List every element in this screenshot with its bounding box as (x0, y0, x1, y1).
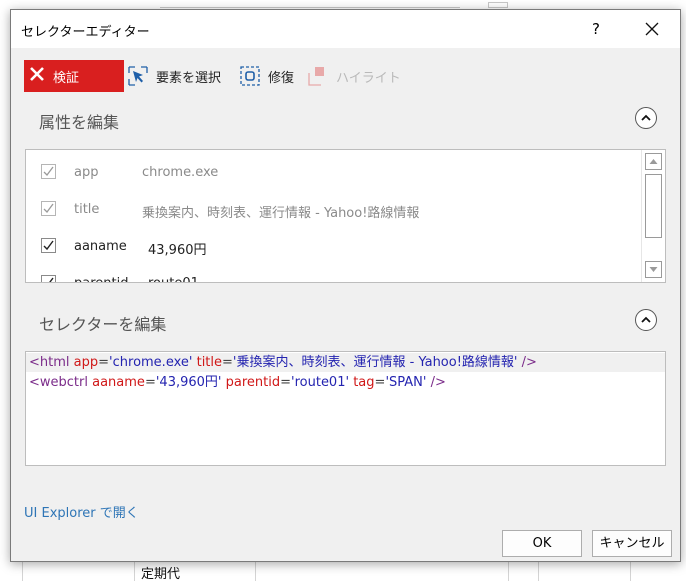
selector-equals: = (144, 375, 156, 390)
selector-attr-value: '乗換案内、時刻表、運行情報 - Yahoo!路線情報' (232, 355, 518, 370)
attribute-checkbox-title[interactable] (41, 201, 56, 216)
attribute-value: route01 (148, 276, 199, 282)
highlight-icon (308, 67, 324, 86)
attribute-name: app (74, 165, 99, 180)
checkmark-icon (43, 166, 54, 176)
selector-attr-name: title (196, 355, 223, 370)
selector-attr-name: app (73, 355, 99, 370)
attributes-heading: 属性を編集 (39, 113, 120, 132)
ok-button[interactable]: OK (502, 530, 582, 557)
background-cell-text: 定期代 (141, 567, 181, 581)
scroll-thumb[interactable] (645, 174, 662, 238)
attribute-list: app chrome.exe title 乗換案内、時刻表、運行情報 - Yah… (25, 149, 666, 283)
open-in-ui-explorer-link[interactable]: UI Explorer で開く (24, 502, 139, 521)
background-window-header (160, 0, 460, 8)
chevron-up-icon (641, 316, 651, 323)
attribute-row-app: app chrome.exe (26, 154, 641, 191)
validate-label: 検証 (53, 70, 80, 86)
attribute-value: chrome.exe (142, 165, 219, 180)
selector-equals: = (98, 355, 110, 370)
attribute-list-scrollbar[interactable] (641, 150, 665, 282)
selector-equals: = (374, 375, 386, 390)
attribute-checkbox-app[interactable] (41, 164, 56, 179)
dialog-title: セレクターエディター (21, 25, 150, 40)
chevron-up-icon (641, 114, 651, 121)
selector-tag-close: /> (521, 355, 537, 370)
attributes-collapse-button[interactable] (635, 107, 657, 129)
title-bar: セレクターエディター ? (11, 10, 680, 48)
selector-line-webctrl: <webctrl aaname='43,960円' parentid='rout… (29, 373, 446, 392)
selector-attr-value: 'SPAN' (385, 375, 427, 390)
x-icon (30, 67, 44, 85)
triangle-down-icon (649, 267, 658, 272)
selector-equals: = (280, 375, 292, 390)
attribute-name: title (74, 202, 100, 217)
selector-attr-name: aaname (92, 375, 145, 390)
checkmark-icon (49, 277, 54, 282)
attribute-row-title: title 乗換案内、時刻表、運行情報 - Yahoo!路線情報 (26, 191, 641, 228)
attribute-name: aaname (74, 239, 127, 254)
attribute-row-aaname: aaname 43,960円 (26, 228, 641, 265)
attribute-value: 43,960円 (148, 243, 207, 258)
attribute-value: 乗換案内、時刻表、運行情報 - Yahoo!路線情報 (142, 206, 420, 221)
cancel-button[interactable]: キャンセル (592, 530, 672, 557)
selector-attr-name: parentid (225, 375, 281, 390)
help-button[interactable]: ? (583, 16, 609, 42)
toolbar: 検証 要素を選択 修復 ハイライト (24, 60, 669, 92)
close-button[interactable] (637, 16, 667, 42)
selector-collapse-button[interactable] (635, 309, 657, 331)
background-table-grid (0, 560, 686, 581)
selector-line-html: <html app='chrome.exe' title='乗換案内、時刻表、運… (26, 353, 665, 372)
selector-editor-dialog: セレクターエディター ? 検証 要素を選択 修復 ハイライト 属性を編集 app… (10, 9, 681, 562)
select-element-button[interactable]: 要素を選択 (128, 60, 221, 92)
scroll-up-button[interactable] (645, 153, 662, 170)
attribute-checkbox-parentid[interactable] (41, 275, 56, 282)
selector-attr-name: tag (353, 375, 375, 390)
select-element-label: 要素を選択 (156, 70, 222, 86)
selector-heading: セレクターを編集 (39, 315, 167, 334)
attribute-checkbox-aaname[interactable] (41, 238, 56, 253)
selector-text-editor[interactable]: <html app='chrome.exe' title='乗換案内、時刻表、運… (25, 351, 666, 466)
checkmark-icon (43, 240, 54, 251)
attribute-row-parentid: parentid route01 (26, 265, 641, 282)
selector-tag: <webctrl (29, 375, 88, 390)
selector-equals: = (222, 355, 233, 370)
validate-button[interactable]: 検証 (24, 60, 124, 92)
triangle-up-icon (649, 159, 658, 164)
checkmark-icon (43, 203, 54, 213)
repair-label: 修復 (268, 70, 295, 86)
select-cursor-icon (128, 66, 148, 86)
selector-tag-close: /> (430, 375, 446, 390)
repair-icon (240, 66, 260, 86)
selector-attr-value: 'chrome.exe' (109, 355, 193, 370)
close-icon (645, 22, 659, 36)
scroll-down-button[interactable] (645, 261, 662, 278)
selector-attr-value: '43,960円' (155, 375, 222, 390)
selector-attr-value: 'route01' (291, 375, 350, 390)
repair-button[interactable]: 修復 (240, 60, 294, 92)
attribute-name: parentid (74, 276, 128, 282)
highlight-label: ハイライト (336, 70, 401, 86)
highlight-button[interactable]: ハイライト (308, 60, 401, 92)
background-window-control (488, 2, 508, 8)
selector-tag: <html (29, 355, 70, 370)
